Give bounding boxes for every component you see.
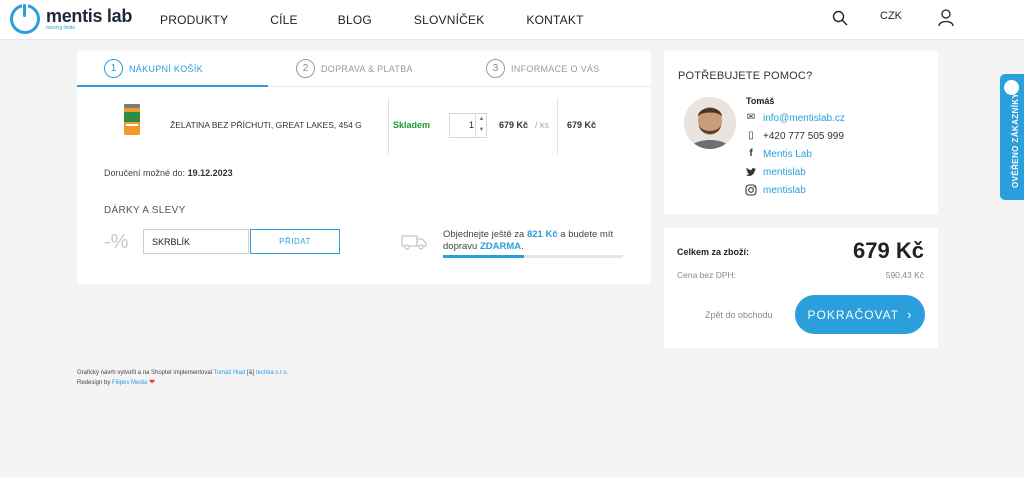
back-to-shop-link[interactable]: Zpět do obchodu	[705, 310, 773, 320]
logo[interactable]: mentis lab moving limits	[10, 3, 133, 34]
chevron-right-icon: ›	[907, 307, 913, 322]
step-label: NÁKUPNÍ KOŠÍK	[129, 63, 203, 74]
main-nav: PRODUKTY CÍLE BLOG SLOVNÍČEK KONTAKT	[160, 0, 626, 40]
mail-icon: ✉	[746, 112, 756, 123]
twitter-link[interactable]: mentislab	[763, 167, 806, 178]
footer-redesign-link[interactable]: Filipes Media	[112, 380, 147, 386]
footer-redesign-text: Redesign by	[77, 380, 111, 386]
free-shipping-message: Objednejte ještě za 821 Kč a budete mít …	[443, 229, 614, 252]
chevron-up-icon[interactable]: ▲	[477, 114, 486, 125]
nav-item-blog[interactable]: BLOG	[338, 13, 372, 27]
nav-item-cile[interactable]: CÍLE	[270, 13, 297, 27]
currency-selector[interactable]: CZK	[880, 10, 902, 22]
nav-item-slovnicek[interactable]: SLOVNÍČEK	[414, 13, 485, 27]
phone-number[interactable]: +420 777 505 999	[763, 131, 844, 142]
contact-email[interactable]: ✉ info@mentislab.cz	[745, 112, 845, 124]
step-cart[interactable]: 1 NÁKUPNÍ KOŠÍK	[104, 59, 203, 78]
site-header: mentis lab moving limits PRODUKTY CÍLE B…	[0, 0, 1024, 40]
unit-label: / ks	[535, 120, 550, 130]
remaining-amount: 821 Kč	[526, 229, 558, 240]
coupon-input[interactable]: SKRBLÍK	[143, 229, 249, 254]
logo-mark-icon	[10, 3, 40, 34]
total-value: 679 Kč	[853, 238, 924, 263]
step-label: DOPRAVA & PLATBA	[321, 63, 413, 74]
active-step-underline	[77, 85, 268, 87]
contact-instagram[interactable]: mentislab	[745, 184, 806, 196]
footer-separator: [&]	[246, 370, 255, 376]
search-icon[interactable]	[832, 10, 848, 26]
continue-label: POKRAČOVAT	[807, 307, 900, 322]
heart-icon: ❤	[149, 379, 155, 386]
phone-icon: ▯	[748, 130, 754, 141]
facebook-icon: f	[749, 148, 753, 159]
avatar	[684, 97, 736, 149]
step-info[interactable]: 3 INFORMACE O VÁS	[486, 59, 600, 78]
vat-label: Cena bez DPH:	[677, 270, 737, 280]
shipping-progress-bar	[443, 255, 623, 258]
cart-item-row: ŽELATINA BEZ PŘÍCHUTI, GREAT LAKES, 454 …	[77, 98, 651, 154]
facebook-link[interactable]: Mentis Lab	[763, 149, 812, 160]
cart-card: 1 NÁKUPNÍ KOŠÍK 2 DOPRAVA & PLATBA 3 INF…	[77, 51, 651, 284]
quantity-stepper[interactable]: 1 ▲ ▼	[449, 113, 487, 138]
quantity-value[interactable]: 1	[450, 120, 474, 130]
contact-name: Tomáš	[746, 96, 775, 106]
continue-button[interactable]: POKRAČOVAT ›	[795, 295, 925, 334]
logo-tagline: moving limits	[46, 24, 75, 31]
email-link[interactable]: info@mentislab.cz	[763, 113, 845, 124]
gifts-title: DÁRKY A SLEVY	[104, 205, 186, 216]
stock-status: Skladem	[393, 120, 431, 130]
instagram-link[interactable]: mentislab	[763, 185, 806, 196]
divider	[557, 98, 558, 154]
shipping-progress-fill	[443, 255, 524, 258]
verified-reviews-badge[interactable]: OVĚŘENO ZÁKAZNÍKY	[1000, 74, 1024, 200]
order-summary: Celkem za zboží: 679 Kč Cena bez DPH: 59…	[664, 228, 938, 348]
add-coupon-button[interactable]: PŘIDAT	[250, 229, 340, 254]
delivery-date-value: 19.12.2023	[187, 168, 233, 178]
step-number: 3	[486, 59, 505, 78]
footer-credit-text: Grafický návrh vytvořil a na Shoptet imp…	[77, 370, 213, 376]
contact-phone[interactable]: ▯ +420 777 505 999	[745, 130, 844, 142]
help-title: POTŘEBUJETE POMOC?	[678, 70, 813, 82]
unit-price: 679 Kč	[499, 120, 529, 130]
free-label: ZDARMA	[479, 241, 522, 252]
step-label: INFORMACE O VÁS	[511, 63, 600, 74]
nav-item-produkty[interactable]: PRODUKTY	[160, 13, 228, 27]
step-number: 1	[104, 59, 123, 78]
step-number: 2	[296, 59, 315, 78]
delivery-label: Doručení možné do:	[104, 168, 186, 178]
footer-author-link[interactable]: Tomáš Hlad	[214, 370, 246, 376]
nav-item-kontakt[interactable]: KONTAKT	[526, 13, 583, 27]
footer-company-link[interactable]: techka s.r.o.	[256, 370, 288, 376]
user-icon[interactable]	[938, 9, 954, 27]
twitter-icon	[746, 167, 757, 176]
contact-facebook[interactable]: f Mentis Lab	[745, 148, 812, 160]
vat-value: 590,43 Kč	[885, 270, 924, 280]
badge-label: OVĚŘENO ZÁKAZNÍKY	[1011, 92, 1020, 188]
product-image[interactable]	[122, 104, 142, 136]
instagram-icon	[745, 184, 757, 196]
total-label: Celkem za zboží:	[677, 247, 750, 257]
contact-twitter[interactable]: mentislab	[745, 166, 806, 178]
chevron-down-icon[interactable]: ▼	[477, 125, 486, 136]
divider	[388, 98, 389, 154]
discount-icon: -%	[104, 231, 129, 253]
footer: Grafický návrh vytvořil a na Shoptet imp…	[77, 369, 288, 388]
logo-name: mentis lab	[46, 5, 133, 26]
step-shipping[interactable]: 2 DOPRAVA & PLATBA	[296, 59, 413, 78]
truck-icon	[401, 235, 427, 250]
checkout-steps: 1 NÁKUPNÍ KOŠÍK 2 DOPRAVA & PLATBA 3 INF…	[77, 51, 651, 87]
product-name[interactable]: ŽELATINA BEZ PŘÍCHUTI, GREAT LAKES, 454 …	[170, 120, 362, 130]
help-card: POTŘEBUJETE POMOC? Tomáš ✉ info@mentisla…	[664, 51, 938, 214]
line-total: 679 Kč	[567, 120, 597, 130]
delivery-date: Doručení možné do: 19.12.2023	[104, 168, 233, 178]
